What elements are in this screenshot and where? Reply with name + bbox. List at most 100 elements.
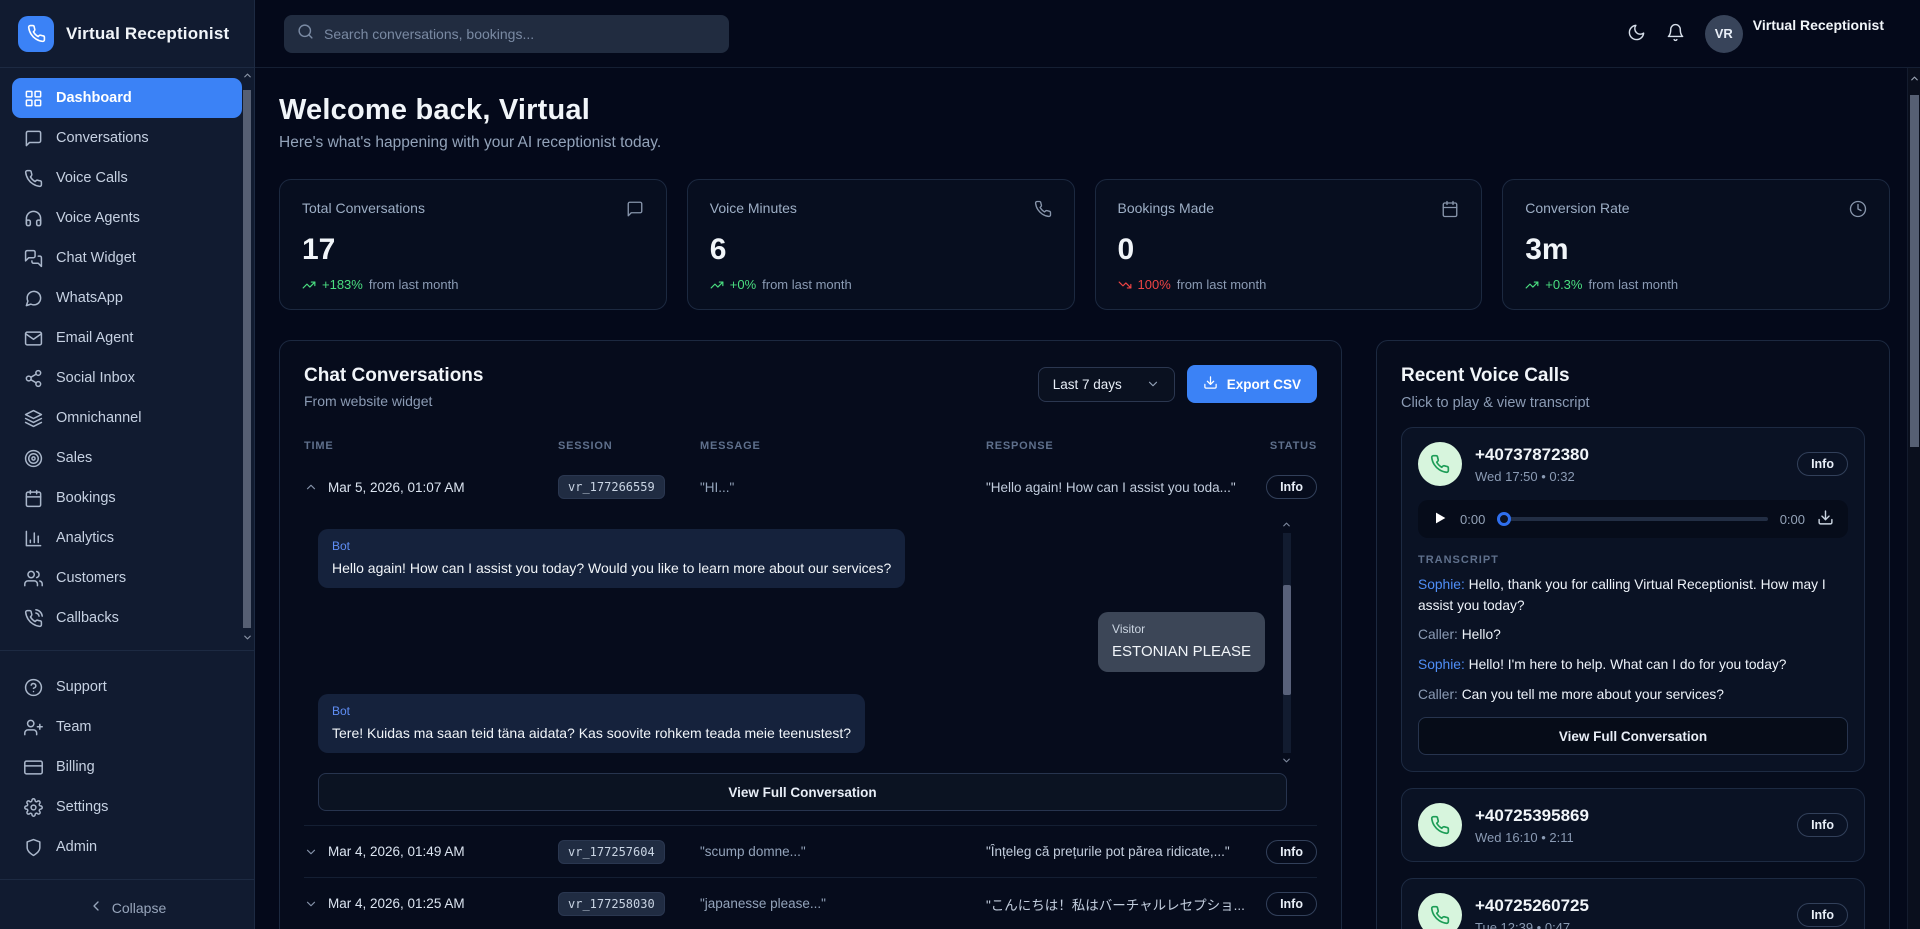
export-csv-button[interactable]: Export CSV [1187,365,1317,403]
sidebar-item-label: WhatsApp [56,290,123,306]
sidebar-scrollbar-thumb[interactable] [243,90,251,628]
dashboard-columns: Chat Conversations From website widget L… [279,340,1890,929]
conversation-row[interactable]: Mar 4, 2026, 01:25 AMvr_177258030"japane… [304,877,1317,929]
call-number: +40725260725 [1475,896,1589,916]
sidebar-item-bookings[interactable]: Bookings [12,478,242,518]
download-icon [1203,375,1218,393]
dashboard-content: Welcome back, Virtual Here's what's happ… [255,68,1920,929]
page-scrollbar-thumb[interactable] [1910,95,1919,447]
info-badge[interactable]: Info [1797,452,1848,476]
sidebar-item-email-agent[interactable]: Email Agent [12,318,242,358]
table-rows-expanded: Mar 5, 2026, 01:07 AMvr_177266559"HI..."… [304,461,1317,513]
scroll-down-icon[interactable] [241,632,253,643]
credit-card-icon [24,757,44,777]
sidebar-item-chat-widget[interactable]: Chat Widget [12,238,242,278]
slider-track[interactable] [1497,517,1767,521]
total-time: 0:00 [1780,512,1805,527]
voice-section-subtitle: Click to play & view transcript [1401,395,1865,411]
seek-slider[interactable] [1497,511,1767,527]
row-message: "japanesse please..." [700,896,978,911]
sidebar-item-support[interactable]: Support [12,667,242,707]
avatar[interactable]: VR [1705,15,1743,53]
search-input[interactable] [324,26,716,42]
slider-knob[interactable] [1497,512,1511,526]
chevron-up-icon [304,480,318,494]
scroll-up-icon[interactable] [241,70,253,81]
page-scrollbar[interactable] [1907,68,1920,929]
sidebar-item-analytics[interactable]: Analytics [12,518,242,558]
chat-scrollbar[interactable] [1281,523,1291,763]
transcript-label: TRANSCRIPT [1418,554,1848,566]
row-response: "Hello again! How can I assist you toda.… [986,480,1245,495]
sidebar-item-settings[interactable]: Settings [12,787,242,827]
current-time: 0:00 [1460,512,1485,527]
transcript-line: Caller: Hello? [1418,625,1848,646]
info-badge[interactable]: Info [1266,840,1317,864]
download-recording-button[interactable] [1817,509,1834,529]
view-full-conversation-button[interactable]: View Full Conversation [318,773,1287,811]
sidebar-item-label: Voice Calls [56,170,128,186]
scroll-down-icon[interactable] [1281,753,1292,771]
help-circle-icon [24,677,44,697]
session-badge: vr_177258030 [558,892,665,916]
column-response: RESPONSE [986,440,1245,452]
sidebar-item-voice-calls[interactable]: Voice Calls [12,158,242,198]
transcript-text: Can you tell me more about your services… [1462,687,1724,702]
view-full-conversation-button[interactable]: View Full Conversation [1418,717,1848,755]
notifications-button[interactable] [1666,23,1685,45]
sidebar-item-admin[interactable]: Admin [12,827,242,867]
chat-scrollbar-thumb[interactable] [1283,585,1291,695]
sidebar-item-social-inbox[interactable]: Social Inbox [12,358,242,398]
info-badge[interactable]: Info [1797,813,1848,837]
collapse-label: Collapse [112,900,166,916]
sidebar-item-label: Dashboard [56,90,132,106]
sidebar-item-label: Omnichannel [56,410,141,426]
sidebar-item-voice-agents[interactable]: Voice Agents [12,198,242,238]
sidebar-item-callbacks[interactable]: Callbacks [12,598,242,638]
date-range-select[interactable]: Last 7 days [1038,367,1175,402]
info-badge[interactable]: Info [1266,892,1317,916]
stat-card-total-conversations: Total Conversations17+183%from last mont… [279,179,667,310]
conversation-row[interactable]: Mar 5, 2026, 01:07 AMvr_177266559"HI..."… [304,461,1317,513]
sidebar-item-dashboard[interactable]: Dashboard [12,78,242,118]
clock-icon [1849,200,1867,223]
info-badge[interactable]: Info [1797,903,1848,927]
sidebar-item-team[interactable]: Team [12,707,242,747]
moon-icon [1627,23,1646,45]
theme-toggle-button[interactable] [1627,23,1646,45]
chevron-down-icon [304,845,318,859]
sidebar-item-omnichannel[interactable]: Omnichannel [12,398,242,438]
play-button[interactable] [1432,510,1448,529]
conversation-row[interactable]: Mar 4, 2026, 01:49 AMvr_177257604"scump … [304,825,1317,877]
voice-call-card-expanded[interactable]: +40737872380 Wed 17:50 • 0:32 Info 0:00 [1401,427,1865,772]
collapse-button[interactable]: Collapse [88,898,166,917]
sidebar-item-customers[interactable]: Customers [12,558,242,598]
chat-conversations-card: Chat Conversations From website widget L… [279,340,1342,929]
info-badge[interactable]: Info [1266,475,1317,499]
transcript-line: Caller: Can you tell me more about your … [1418,685,1848,706]
call-meta: Wed 16:10 • 2:11 [1475,830,1589,845]
chat-section-title: Chat Conversations [304,365,483,387]
sidebar-item-sales[interactable]: Sales [12,438,242,478]
sidebar-scrollbar[interactable] [241,70,253,929]
bot-message-bubble: BotTere! Kuidas ma saan teid täna aidata… [318,694,865,753]
mail-icon [24,328,44,348]
chevron-left-icon [88,898,104,917]
trend-up-icon [1525,278,1539,292]
call-number: +40737872380 [1475,445,1589,465]
shield-icon [24,837,44,857]
sidebar-item-whatsapp[interactable]: WhatsApp [12,278,242,318]
search-box[interactable] [284,15,729,53]
voice-call-card[interactable]: +40725395869Wed 16:10 • 2:11Info [1401,788,1865,862]
sidebar-item-conversations[interactable]: Conversations [12,118,242,158]
transcript-text: Hello, thank you for calling Virtual Rec… [1418,577,1826,613]
user-menu[interactable]: VR Virtual Receptionist [1705,15,1884,53]
export-csv-label: Export CSV [1227,377,1301,392]
voice-call-card[interactable]: +40725260725Tue 12:39 • 0:47Info [1401,878,1865,929]
table-header: TIME SESSION MESSAGE RESPONSE STATUS [304,431,1317,461]
play-icon [1432,510,1448,529]
scroll-up-icon[interactable] [1908,68,1920,84]
sidebar-item-label: Email Agent [56,330,133,346]
row-response: "Înțeleg că prețurile pot părea ridicate… [986,844,1245,859]
sidebar-item-billing[interactable]: Billing [12,747,242,787]
